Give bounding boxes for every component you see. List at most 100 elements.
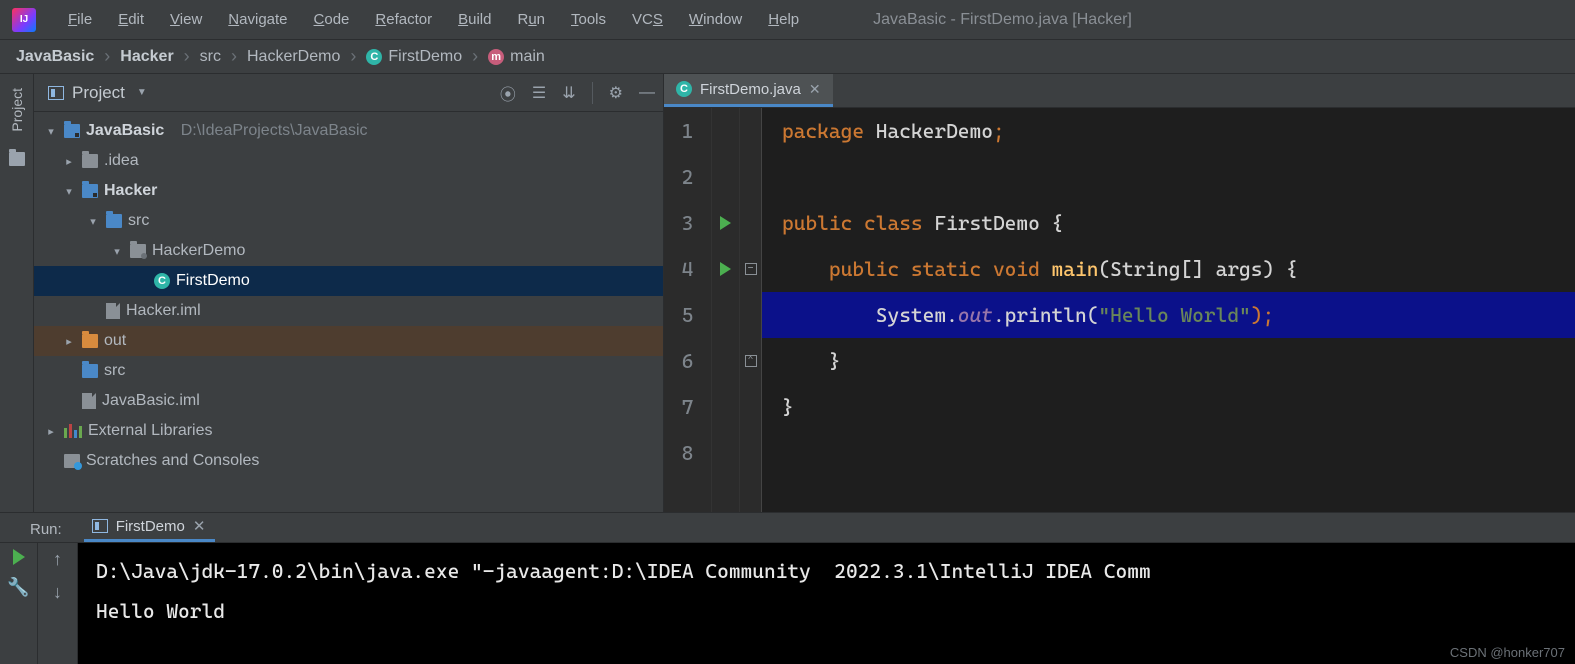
tree-item-out[interactable]: ▸ out	[34, 326, 663, 356]
folder-icon[interactable]	[9, 152, 25, 166]
code-line-current[interactable]: System.out.println("Hello World");	[762, 292, 1575, 338]
tree-label: Hacker	[104, 182, 157, 200]
code-line[interactable]: }	[762, 384, 1575, 430]
menu-code[interactable]: Code	[302, 7, 362, 32]
console-output[interactable]: D:\Java\jdk-17.0.2\bin\java.exe "-javaag…	[78, 543, 1575, 664]
tree-item-class-selected[interactable]: C FirstDemo	[34, 266, 663, 296]
breadcrumb-class-label: FirstDemo	[388, 48, 462, 66]
chevron-right-icon[interactable]: ▸	[62, 155, 76, 168]
chevron-down-icon[interactable]: ▾	[110, 245, 124, 258]
tree-item-hacker[interactable]: ▾ Hacker	[34, 176, 663, 206]
code-line[interactable]: public class FirstDemo {	[762, 200, 1575, 246]
code-lines[interactable]: package HackerDemo; public class FirstDe…	[762, 108, 1575, 512]
chevron-right-icon[interactable]: ▸	[62, 335, 76, 348]
menu-window[interactable]: Window	[677, 7, 754, 32]
project-panel-header: Project ▼ ⦿ ☰ ⇊ ⚙ —	[34, 74, 663, 112]
project-tool-button[interactable]: Project	[9, 82, 25, 138]
fold-region-end[interactable]: ⌃	[740, 338, 761, 384]
tree-item-scratches[interactable]: Scratches and Consoles	[34, 446, 663, 476]
play-icon	[720, 216, 731, 230]
menu-tools[interactable]: Tools	[559, 7, 618, 32]
code-line[interactable]: public static void main(String[] args) {	[762, 246, 1575, 292]
editor-tab-active[interactable]: C FirstDemo.java ✕	[664, 74, 833, 107]
code-line[interactable]: package HackerDemo;	[762, 108, 1575, 154]
tree-label: JavaBasic	[86, 122, 164, 140]
module-icon	[82, 184, 98, 198]
line-number: 8	[664, 430, 711, 476]
chevron-right-icon: ›	[468, 46, 482, 67]
project-panel-title[interactable]: Project ▼	[48, 83, 147, 103]
project-panel-actions: ⦿ ☰ ⇊ ⚙ —	[500, 81, 655, 105]
select-opened-file-icon[interactable]: ⦿	[500, 81, 516, 105]
menu-view[interactable]: View	[158, 7, 214, 32]
editor-body[interactable]: 1 2 3 4 5 6 7 8	[664, 108, 1575, 512]
tree-item-external-libraries[interactable]: ▸ External Libraries	[34, 416, 663, 446]
folder-icon	[82, 154, 98, 168]
run-gutter-icon[interactable]	[720, 246, 731, 292]
menu-run[interactable]: Run	[505, 7, 557, 32]
close-icon[interactable]: ✕	[193, 517, 206, 535]
up-arrow-icon[interactable]: ↑	[53, 549, 62, 570]
wrench-icon[interactable]: 🔧	[7, 577, 29, 598]
expand-all-icon[interactable]: ☰	[532, 83, 546, 103]
breadcrumb: JavaBasic › Hacker › src › HackerDemo › …	[0, 40, 1575, 74]
line-number: 4	[664, 246, 711, 292]
tree-item-iml1[interactable]: Hacker.iml	[34, 296, 663, 326]
tree-item-idea[interactable]: ▸ .idea	[34, 146, 663, 176]
project-tree[interactable]: ▾ JavaBasic D:\IdeaProjects\JavaBasic ▸ …	[34, 112, 663, 480]
breadcrumb-method-label: main	[510, 48, 545, 66]
run-tab[interactable]: FirstDemo ✕	[84, 513, 216, 542]
breadcrumb-package[interactable]: HackerDemo	[243, 48, 344, 66]
menu-navigate[interactable]: Navigate	[216, 7, 299, 32]
menu-edit[interactable]: Edit	[106, 7, 156, 32]
breadcrumb-method[interactable]: m main	[484, 48, 549, 66]
line-number: 1	[664, 108, 711, 154]
class-icon: C	[676, 81, 692, 97]
editor-tab-label: FirstDemo.java	[700, 81, 801, 98]
module-icon	[64, 124, 80, 138]
tree-item-src2[interactable]: src	[34, 356, 663, 386]
console-line: D:\Java\jdk-17.0.2\bin\java.exe "-javaag…	[96, 559, 1151, 583]
breadcrumb-class[interactable]: C FirstDemo	[362, 48, 466, 66]
chevron-down-icon: ▼	[137, 87, 147, 98]
tree-label: Hacker.iml	[126, 302, 201, 320]
gear-icon[interactable]: ⚙	[609, 83, 623, 103]
tree-item-src[interactable]: ▾ src	[34, 206, 663, 236]
down-arrow-icon[interactable]: ↓	[53, 582, 62, 603]
tree-item-iml2[interactable]: JavaBasic.iml	[34, 386, 663, 416]
chevron-right-icon[interactable]: ▸	[44, 425, 58, 438]
rerun-icon[interactable]	[13, 549, 25, 565]
menu-refactor[interactable]: Refactor	[363, 7, 444, 32]
collapse-all-icon[interactable]: ⇊	[562, 83, 575, 103]
menu-help[interactable]: Help	[756, 7, 811, 32]
gutter-fold: − ⌃	[740, 108, 762, 512]
code-line[interactable]: }	[762, 338, 1575, 384]
tree-item-package[interactable]: ▾ HackerDemo	[34, 236, 663, 266]
chevron-right-icon: ›	[346, 46, 360, 67]
menu-build[interactable]: Build	[446, 7, 503, 32]
breadcrumb-project[interactable]: JavaBasic	[12, 48, 98, 66]
close-icon[interactable]: ✕	[809, 81, 821, 98]
fold-region-start[interactable]: −	[740, 246, 761, 292]
chevron-down-icon[interactable]: ▾	[44, 125, 58, 138]
gutter-run-icons	[712, 108, 740, 512]
run-gutter-icon[interactable]	[720, 200, 731, 246]
breadcrumb-module[interactable]: Hacker	[116, 48, 177, 66]
chevron-down-icon[interactable]: ▾	[62, 185, 76, 198]
source-folder-icon	[106, 214, 122, 228]
class-icon: C	[154, 273, 170, 289]
tree-root[interactable]: ▾ JavaBasic D:\IdeaProjects\JavaBasic	[34, 116, 663, 146]
tree-label: out	[104, 332, 126, 350]
menu-vcs[interactable]: VCS	[620, 7, 675, 32]
editor-tabs: C FirstDemo.java ✕	[664, 74, 1575, 108]
window-title: JavaBasic - FirstDemo.java [Hacker]	[873, 11, 1132, 29]
menu-file[interactable]: File	[56, 7, 104, 32]
tree-label: Scratches and Consoles	[86, 452, 259, 470]
breadcrumb-src[interactable]: src	[196, 48, 225, 66]
chevron-down-icon[interactable]: ▾	[86, 215, 100, 228]
app-icon: IJ	[12, 8, 36, 32]
code-line[interactable]	[762, 430, 1575, 476]
code-line[interactable]	[762, 154, 1575, 200]
run-header: Run: FirstDemo ✕	[0, 513, 1575, 543]
hide-panel-icon[interactable]: —	[639, 84, 655, 102]
